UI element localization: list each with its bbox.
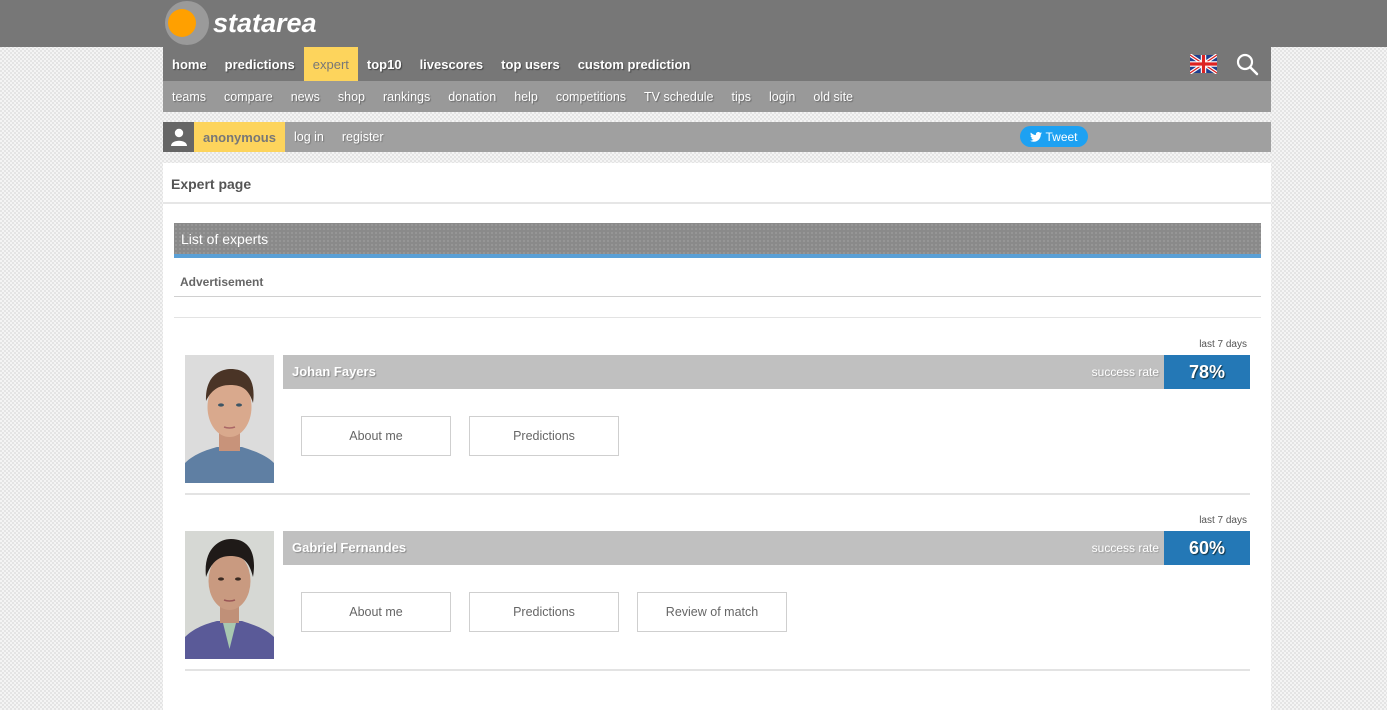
review-of-match-button[interactable]: Review of match bbox=[637, 592, 787, 632]
section-header: List of experts bbox=[174, 223, 1261, 258]
username-label[interactable]: anonymous bbox=[194, 122, 285, 152]
user-icon bbox=[163, 122, 194, 152]
predictions-button[interactable]: Predictions bbox=[469, 592, 619, 632]
page-title: Expert page bbox=[171, 176, 252, 192]
expert-photo[interactable] bbox=[185, 531, 274, 659]
register-link[interactable]: register bbox=[333, 122, 393, 152]
success-rate-value: 78% bbox=[1164, 355, 1250, 389]
advertisement-label: Advertisement bbox=[180, 275, 264, 289]
subnav-rankings[interactable]: rankings bbox=[374, 90, 439, 104]
subnav-compare[interactable]: compare bbox=[215, 90, 282, 104]
nav-home[interactable]: home bbox=[163, 47, 216, 81]
statarea-logo[interactable]: statarea bbox=[165, 1, 317, 45]
divider bbox=[174, 317, 1261, 318]
expert-photo[interactable] bbox=[185, 355, 274, 483]
expert-name[interactable]: Gabriel Fernandes bbox=[283, 531, 1164, 565]
nav-predictions[interactable]: predictions bbox=[216, 47, 304, 81]
nav-livescores[interactable]: livescores bbox=[411, 47, 493, 81]
nav-expert[interactable]: expert bbox=[303, 47, 358, 81]
period-label: last 7 days bbox=[1199, 515, 1247, 526]
subnav-competitions[interactable]: competitions bbox=[547, 90, 635, 104]
subnav-teams[interactable]: teams bbox=[163, 90, 215, 104]
logo-text: statarea bbox=[213, 7, 317, 38]
success-rate-label: success rate bbox=[1091, 365, 1159, 379]
expert-name[interactable]: Johan Fayers bbox=[283, 355, 1164, 389]
period-label: last 7 days bbox=[1199, 339, 1247, 350]
subnav-help[interactable]: help bbox=[505, 90, 547, 104]
divider bbox=[185, 669, 1250, 671]
success-rate-label: success rate bbox=[1091, 541, 1159, 555]
main-content: Expert page List of experts Advertisemen… bbox=[163, 163, 1271, 710]
logo-circle-icon bbox=[165, 1, 209, 45]
sub-nav: teams compare news shop rankings donatio… bbox=[163, 81, 1271, 112]
subnav-old-site[interactable]: old site bbox=[804, 90, 862, 104]
subnav-news[interactable]: news bbox=[282, 90, 329, 104]
predictions-button[interactable]: Predictions bbox=[469, 416, 619, 456]
divider bbox=[174, 296, 1261, 297]
twitter-bird-icon bbox=[1030, 131, 1043, 142]
about-me-button[interactable]: About me bbox=[301, 416, 451, 456]
expert-card: last 7 days Johan Fayers success rate 78… bbox=[185, 337, 1250, 497]
subnav-tips[interactable]: tips bbox=[723, 90, 760, 104]
nav-top10[interactable]: top10 bbox=[358, 47, 411, 81]
user-bar: anonymous log in register Tweet bbox=[163, 122, 1271, 152]
main-nav: home predictions expert top10 livescores… bbox=[163, 47, 1271, 81]
subnav-tv-schedule[interactable]: TV schedule bbox=[635, 90, 722, 104]
nav-top-users[interactable]: top users bbox=[492, 47, 569, 81]
divider bbox=[185, 493, 1250, 495]
divider bbox=[163, 202, 1271, 204]
nav-custom-prediction[interactable]: custom prediction bbox=[569, 47, 700, 81]
subnav-login[interactable]: login bbox=[760, 90, 804, 104]
subnav-shop[interactable]: shop bbox=[329, 90, 374, 104]
search-icon[interactable] bbox=[1235, 52, 1259, 76]
expert-card: last 7 days Gabriel Fernandes success ra… bbox=[185, 513, 1250, 673]
login-link[interactable]: log in bbox=[285, 122, 333, 152]
success-rate-value: 60% bbox=[1164, 531, 1250, 565]
about-me-button[interactable]: About me bbox=[301, 592, 451, 632]
header-bar: statarea bbox=[0, 0, 1387, 47]
tweet-label: Tweet bbox=[1045, 129, 1078, 144]
uk-flag-icon[interactable] bbox=[1190, 54, 1217, 74]
tweet-button[interactable]: Tweet bbox=[1020, 126, 1088, 147]
subnav-donation[interactable]: donation bbox=[439, 90, 505, 104]
